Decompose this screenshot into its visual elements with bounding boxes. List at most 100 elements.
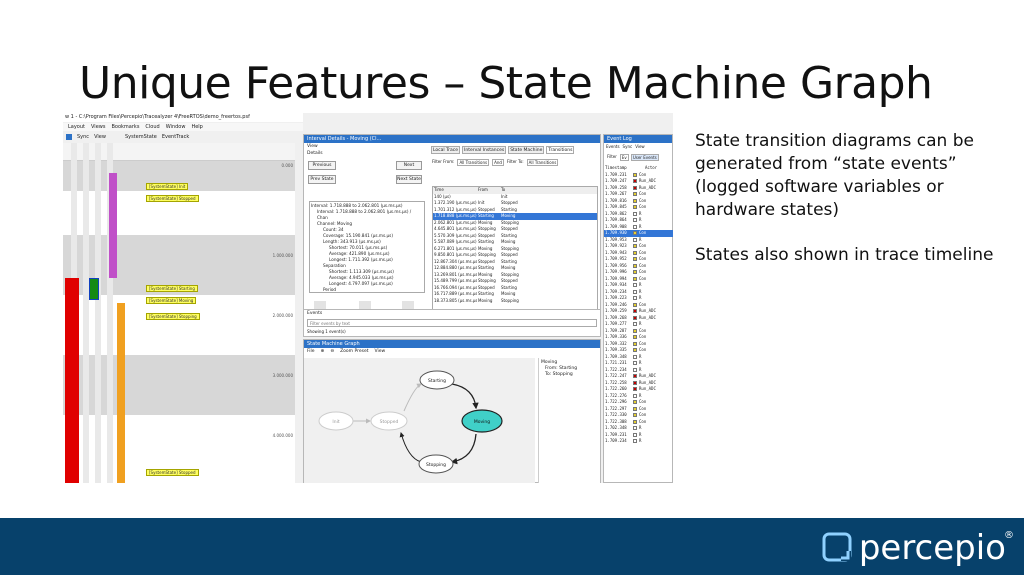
details-tree[interactable]: Interval: 1.718.888 to 2.062.801 (µs.ms.…	[309, 201, 425, 293]
trace-toolbar: Sync View SystemState EventTrack	[63, 133, 303, 141]
next-button[interactable]: Next	[396, 161, 422, 170]
interval-details-title: Interval Details - Moving (Cl...	[304, 135, 600, 143]
state-tag[interactable]: [SystemState] Stopped	[146, 469, 199, 476]
smg-title: State Machine Graph	[304, 340, 600, 348]
menu-layout[interactable]: Layout	[68, 123, 85, 131]
event-actor: Run_ADC	[639, 314, 656, 320]
tab-interval-instances[interactable]: Interval Instances	[462, 146, 507, 154]
filter-from-select[interactable]: All Transitions	[457, 159, 490, 166]
smg-zoom-preset[interactable]: Zoom Preset	[340, 349, 368, 354]
menu-cloud[interactable]: Cloud	[145, 123, 159, 131]
slide-title: Unique Features – State Machine Graph	[79, 58, 933, 109]
state-tag[interactable]: [SystemState] Starting	[146, 285, 198, 292]
logo-text: percepio	[858, 528, 1006, 568]
event-log-panel: Event Log Events Sync View Filter Ev Use…	[603, 134, 673, 483]
event-type-icon	[633, 413, 637, 418]
event-type-icon	[633, 302, 637, 307]
next-state-button[interactable]: Next State	[396, 175, 422, 184]
event-type-icon	[633, 328, 637, 333]
details-view-menu[interactable]: View	[307, 144, 318, 149]
zoom-in-icon[interactable]: ⊕	[321, 349, 325, 354]
events-filter-input[interactable]: Filter events by text	[307, 319, 597, 327]
event-type-icon	[633, 218, 637, 223]
col-actor[interactable]: Actor	[645, 165, 657, 172]
state-tag[interactable]: [SystemState] Stopped	[146, 195, 199, 202]
table-row[interactable]: 18.373.805 (µs.ms.µs) Moving Stopping	[433, 298, 597, 305]
zoom-out-icon[interactable]: ⊖	[330, 349, 334, 354]
event-type-icon	[633, 250, 637, 255]
tree-item[interactable]: Period	[311, 287, 423, 293]
tab-local-trace[interactable]: Local Trace	[431, 146, 461, 154]
edge-starting-moving	[451, 383, 479, 410]
column-eventtrack[interactable]: EventTrack	[162, 133, 189, 141]
event-type-icon	[633, 244, 637, 249]
event-type-icon	[633, 257, 637, 262]
filter-to-select[interactable]: All Transitions	[526, 159, 559, 166]
state-graph-svg: Init Stopped Starting Moving Stopping	[318, 370, 503, 474]
state-bar-purple[interactable]	[109, 173, 117, 278]
state-tag[interactable]: [SystemState] Moving	[146, 297, 197, 304]
transitions-table[interactable]: Time From To 140 (µs) Init 1.372.190 (µs.m…	[432, 186, 598, 314]
transition-filters: Filter From: All Transitions And Filter …	[432, 159, 559, 166]
menu-window[interactable]: Window	[166, 123, 186, 131]
evlog-filter-input[interactable]: Ev	[619, 154, 629, 161]
event-type-icon	[633, 393, 637, 398]
tab-transitions[interactable]: Transitions	[546, 146, 575, 154]
tree-item[interactable]: Interval: 1.718.888 to 2.062.801 (µs.ms.…	[311, 209, 423, 221]
column-systemstate[interactable]: SystemState	[125, 133, 157, 141]
node-label-init: Init	[332, 419, 339, 425]
smg-menu: File ⊕ ⊖ Zoom Preset View	[307, 349, 385, 354]
state-tag[interactable]: [SystemState] Init	[146, 183, 189, 190]
event-type-icon	[633, 387, 637, 392]
event-type-icon	[633, 361, 637, 366]
state-bar-red[interactable]	[65, 278, 79, 483]
cell-from: Moving	[478, 297, 493, 303]
event-log-list[interactable]: Timestamp Actor 1.709.231 Con 1.709.247 Run…	[604, 165, 673, 445]
smg-file-menu[interactable]: File	[307, 349, 315, 354]
evlog-view-menu[interactable]: View	[635, 144, 645, 149]
event-type-icon	[633, 309, 637, 314]
event-type-icon	[633, 231, 637, 236]
evlog-user-events[interactable]: User Events	[630, 154, 659, 161]
state-tag[interactable]: [SystemState] Stopping	[146, 313, 200, 320]
smg-view-menu[interactable]: View	[375, 349, 386, 354]
event-actor: R	[639, 438, 642, 443]
time-tick: 3.000.000	[272, 373, 293, 378]
evlog-sync[interactable]: Sync	[623, 144, 633, 149]
events-panel: Events Filter events by text Showing 1 e…	[303, 309, 601, 337]
edge-moving-stopping	[450, 433, 477, 465]
previous-button[interactable]: Previous	[308, 161, 336, 170]
smg-canvas[interactable]: Init Stopped Starting Moving Stopping	[304, 358, 535, 483]
view-menu[interactable]: View	[94, 133, 106, 141]
menu-bar: Layout Views Bookmarks Cloud Window Help	[63, 123, 303, 131]
interval-details-panel: Interval Details - Moving (Cl... View De…	[303, 134, 601, 334]
edge-stopping-stopped	[399, 432, 422, 463]
trace-timeline[interactable]: [SystemState] Init [SystemState] Stopped…	[63, 143, 295, 483]
prev-state-button[interactable]: Prev State	[308, 175, 336, 184]
node-label-moving: Moving	[474, 419, 490, 425]
event-type-icon	[633, 270, 637, 275]
bullet-states-timeline: States also shown in trace timeline	[695, 245, 994, 265]
menu-bookmarks[interactable]: Bookmarks	[111, 123, 139, 131]
node-label-starting: Starting	[428, 378, 446, 384]
sync-icon[interactable]	[66, 134, 72, 140]
event-type-icon	[633, 341, 637, 346]
sync-button[interactable]: Sync	[77, 133, 89, 141]
state-bar-green[interactable]	[89, 278, 99, 300]
footer-bar: percepio ®	[0, 518, 1024, 575]
time-tick: 2.000.000	[272, 313, 293, 318]
evlog-events-menu[interactable]: Events	[606, 144, 620, 149]
side-to: To: Stopping	[545, 372, 573, 377]
menu-views[interactable]: Views	[91, 123, 105, 131]
slide-bullets: State transition diagrams can be generat…	[695, 130, 1005, 289]
list-item[interactable]: 1.709.234 R	[604, 438, 673, 445]
state-bar-orange[interactable]	[117, 303, 125, 483]
bullet-state-transitions: State transition diagrams can be generat…	[695, 131, 974, 220]
filter-and-select[interactable]: And	[492, 159, 504, 166]
tab-state-machine[interactable]: State Machine	[508, 146, 545, 154]
event-type-icon	[633, 179, 637, 184]
event-type-icon	[633, 406, 637, 411]
menu-help[interactable]: Help	[191, 123, 202, 131]
percepio-logo: percepio ®	[821, 528, 1014, 568]
filter-from-label: Filter From:	[432, 159, 455, 164]
